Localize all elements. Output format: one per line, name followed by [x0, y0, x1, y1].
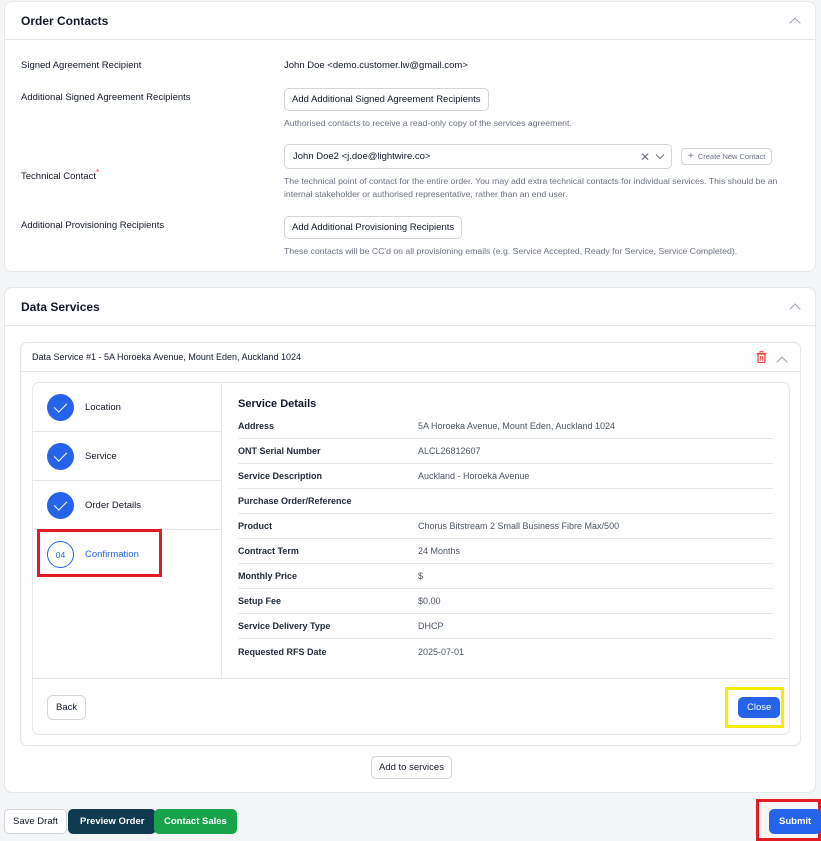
detail-value: ALCL26812607	[418, 446, 481, 456]
contact-sales-button[interactable]: Contact Sales	[154, 809, 237, 834]
required-marker: *	[95, 168, 100, 177]
order-contacts-title: Order Contacts	[21, 13, 109, 28]
clear-x-icon[interactable]: ✕	[640, 151, 650, 163]
step-order-details[interactable]: Order Details	[33, 481, 221, 530]
data-services-card: Data Services Data Service #1 - 5A Horoe…	[4, 287, 816, 793]
provisioning-value: Add Additional Provisioning Recipients T…	[284, 216, 799, 258]
wizard-box: Location Service Order Details 04 Confir…	[32, 382, 790, 735]
detail-value: 2025-07-01	[418, 646, 465, 657]
back-button[interactable]: Back	[47, 695, 87, 720]
detail-row-product: Product Chorus Bitstream 2 Small Business…	[238, 514, 773, 539]
detail-key: ONT Serial Number	[238, 446, 321, 456]
detail-row-purchase-order: Purchase Order/Reference	[238, 489, 773, 514]
detail-value: Auckland - Horoeka Avenue	[418, 471, 530, 481]
additional-signed-hint: Authorised contacts to receive a read-on…	[284, 118, 572, 128]
detail-row-address: Address 5A Horoeka Avenue, Mount Eden, Au…	[238, 414, 773, 439]
provisioning-label: Additional Provisioning Recipients	[21, 220, 165, 231]
steps-column: Location Service Order Details 04 Confir…	[33, 383, 222, 678]
collapse-chevron-icon[interactable]	[776, 356, 788, 368]
detail-value: DHCP	[418, 621, 444, 631]
detail-key: Purchase Order/Reference	[238, 496, 352, 506]
check-icon	[47, 491, 74, 519]
preview-order-button[interactable]: Preview Order	[68, 809, 157, 834]
technical-contact-value: John Doe2 <j.doe@lightwire.co> ✕ + Creat…	[284, 144, 799, 204]
submit-button[interactable]: Submit	[769, 809, 821, 834]
data-service-title: Data Service #1 - 5A Horoeka Avenue, Mou…	[32, 352, 302, 362]
technical-contact-select[interactable]: John Doe2 <j.doe@lightwire.co> ✕	[284, 144, 672, 169]
detail-value: 24 Months	[418, 546, 461, 556]
detail-row-monthly-price: Monthly Price $	[238, 564, 773, 589]
step-label: Service	[85, 450, 117, 462]
detail-row-setup-fee: Setup Fee $0.00	[238, 589, 773, 614]
check-icon	[47, 442, 74, 470]
step-service[interactable]: Service	[33, 432, 221, 481]
order-contacts-card: Order Contacts Signed Agreement Recipien…	[4, 1, 816, 272]
data-services-header[interactable]: Data Services	[5, 288, 815, 326]
detail-key: Address	[238, 421, 275, 431]
detail-key: Product	[238, 521, 273, 531]
technical-contact-label: Technical Contact*	[21, 168, 99, 182]
detail-key: Setup Fee	[238, 596, 282, 606]
detail-key: Contract Term	[238, 546, 299, 556]
create-new-contact-label: Create New Contact	[697, 152, 766, 161]
highlight-box-confirmation	[37, 529, 162, 577]
technical-contact-selected: John Doe2 <j.doe@lightwire.co>	[293, 151, 431, 162]
check-icon	[47, 393, 74, 421]
provisioning-hint: These contacts will be CC'd on all provi…	[284, 246, 738, 256]
detail-row-delivery-type: Service Delivery Type DHCP	[238, 614, 773, 639]
add-provisioning-recipients-button[interactable]: Add Additional Provisioning Recipients	[284, 216, 463, 239]
chevron-down-icon[interactable]	[655, 150, 665, 160]
data-service-header[interactable]: Data Service #1 - 5A Horoeka Avenue, Mou…	[21, 343, 800, 372]
order-contacts-header[interactable]: Order Contacts	[5, 2, 815, 40]
create-new-contact-button[interactable]: + Create New Contact	[681, 148, 773, 165]
detail-row-ont-serial: ONT Serial Number ALCL26812607	[238, 439, 773, 464]
detail-row-service-description: Service Description Auckland - Horoeka Av…	[238, 464, 773, 489]
data-services-title: Data Services	[21, 299, 100, 314]
detail-row-rfs-date: Requested RFS Date 2025-07-01	[238, 639, 773, 664]
service-details: Service Details Address 5A Horoeka Avenue…	[238, 398, 778, 678]
detail-row-contract-term: Contract Term 24 Months	[238, 539, 773, 564]
collapse-chevron-icon[interactable]	[789, 302, 801, 315]
detail-value: $0.00	[418, 596, 441, 606]
step-label: Order Details	[85, 499, 141, 511]
save-draft-button[interactable]: Save Draft	[4, 809, 67, 834]
technical-contact-hint: The technical point of contact for the e…	[284, 176, 778, 199]
detail-value: Chorus Bitstream 2 Small Business Fibre …	[418, 521, 620, 531]
detail-key: Service Description	[238, 471, 323, 481]
step-location[interactable]: Location	[33, 383, 221, 432]
plus-icon: +	[688, 151, 694, 162]
add-to-services-button[interactable]: Add to services	[371, 756, 452, 779]
detail-key: Monthly Price	[238, 571, 298, 581]
detail-value: 5A Horoeka Avenue, Mount Eden, Auckland …	[418, 421, 615, 431]
collapse-chevron-icon[interactable]	[789, 16, 801, 29]
signed-agreement-label: Signed Agreement Recipient	[21, 60, 142, 71]
technical-contact-label-text: Technical Contact	[21, 171, 96, 183]
detail-key: Requested RFS Date	[238, 646, 327, 657]
signed-agreement-value: John Doe <demo.customer.lw@gmail.com>	[284, 60, 468, 71]
trash-icon[interactable]	[756, 351, 767, 363]
detail-value: $	[418, 571, 424, 581]
additional-signed-label: Additional Signed Agreement Recipients	[21, 92, 191, 103]
step-label: Location	[85, 401, 121, 413]
data-service-panel: Data Service #1 - 5A Horoeka Avenue, Mou…	[20, 342, 801, 746]
wizard-footer: Back Close	[33, 678, 789, 734]
detail-key: Service Delivery Type	[238, 621, 331, 631]
service-details-title: Service Details	[238, 398, 317, 410]
close-button[interactable]: Close	[738, 697, 781, 718]
add-signed-recipients-button[interactable]: Add Additional Signed Agreement Recipien…	[284, 88, 489, 111]
additional-signed-value: Add Additional Signed Agreement Recipien…	[284, 88, 799, 130]
